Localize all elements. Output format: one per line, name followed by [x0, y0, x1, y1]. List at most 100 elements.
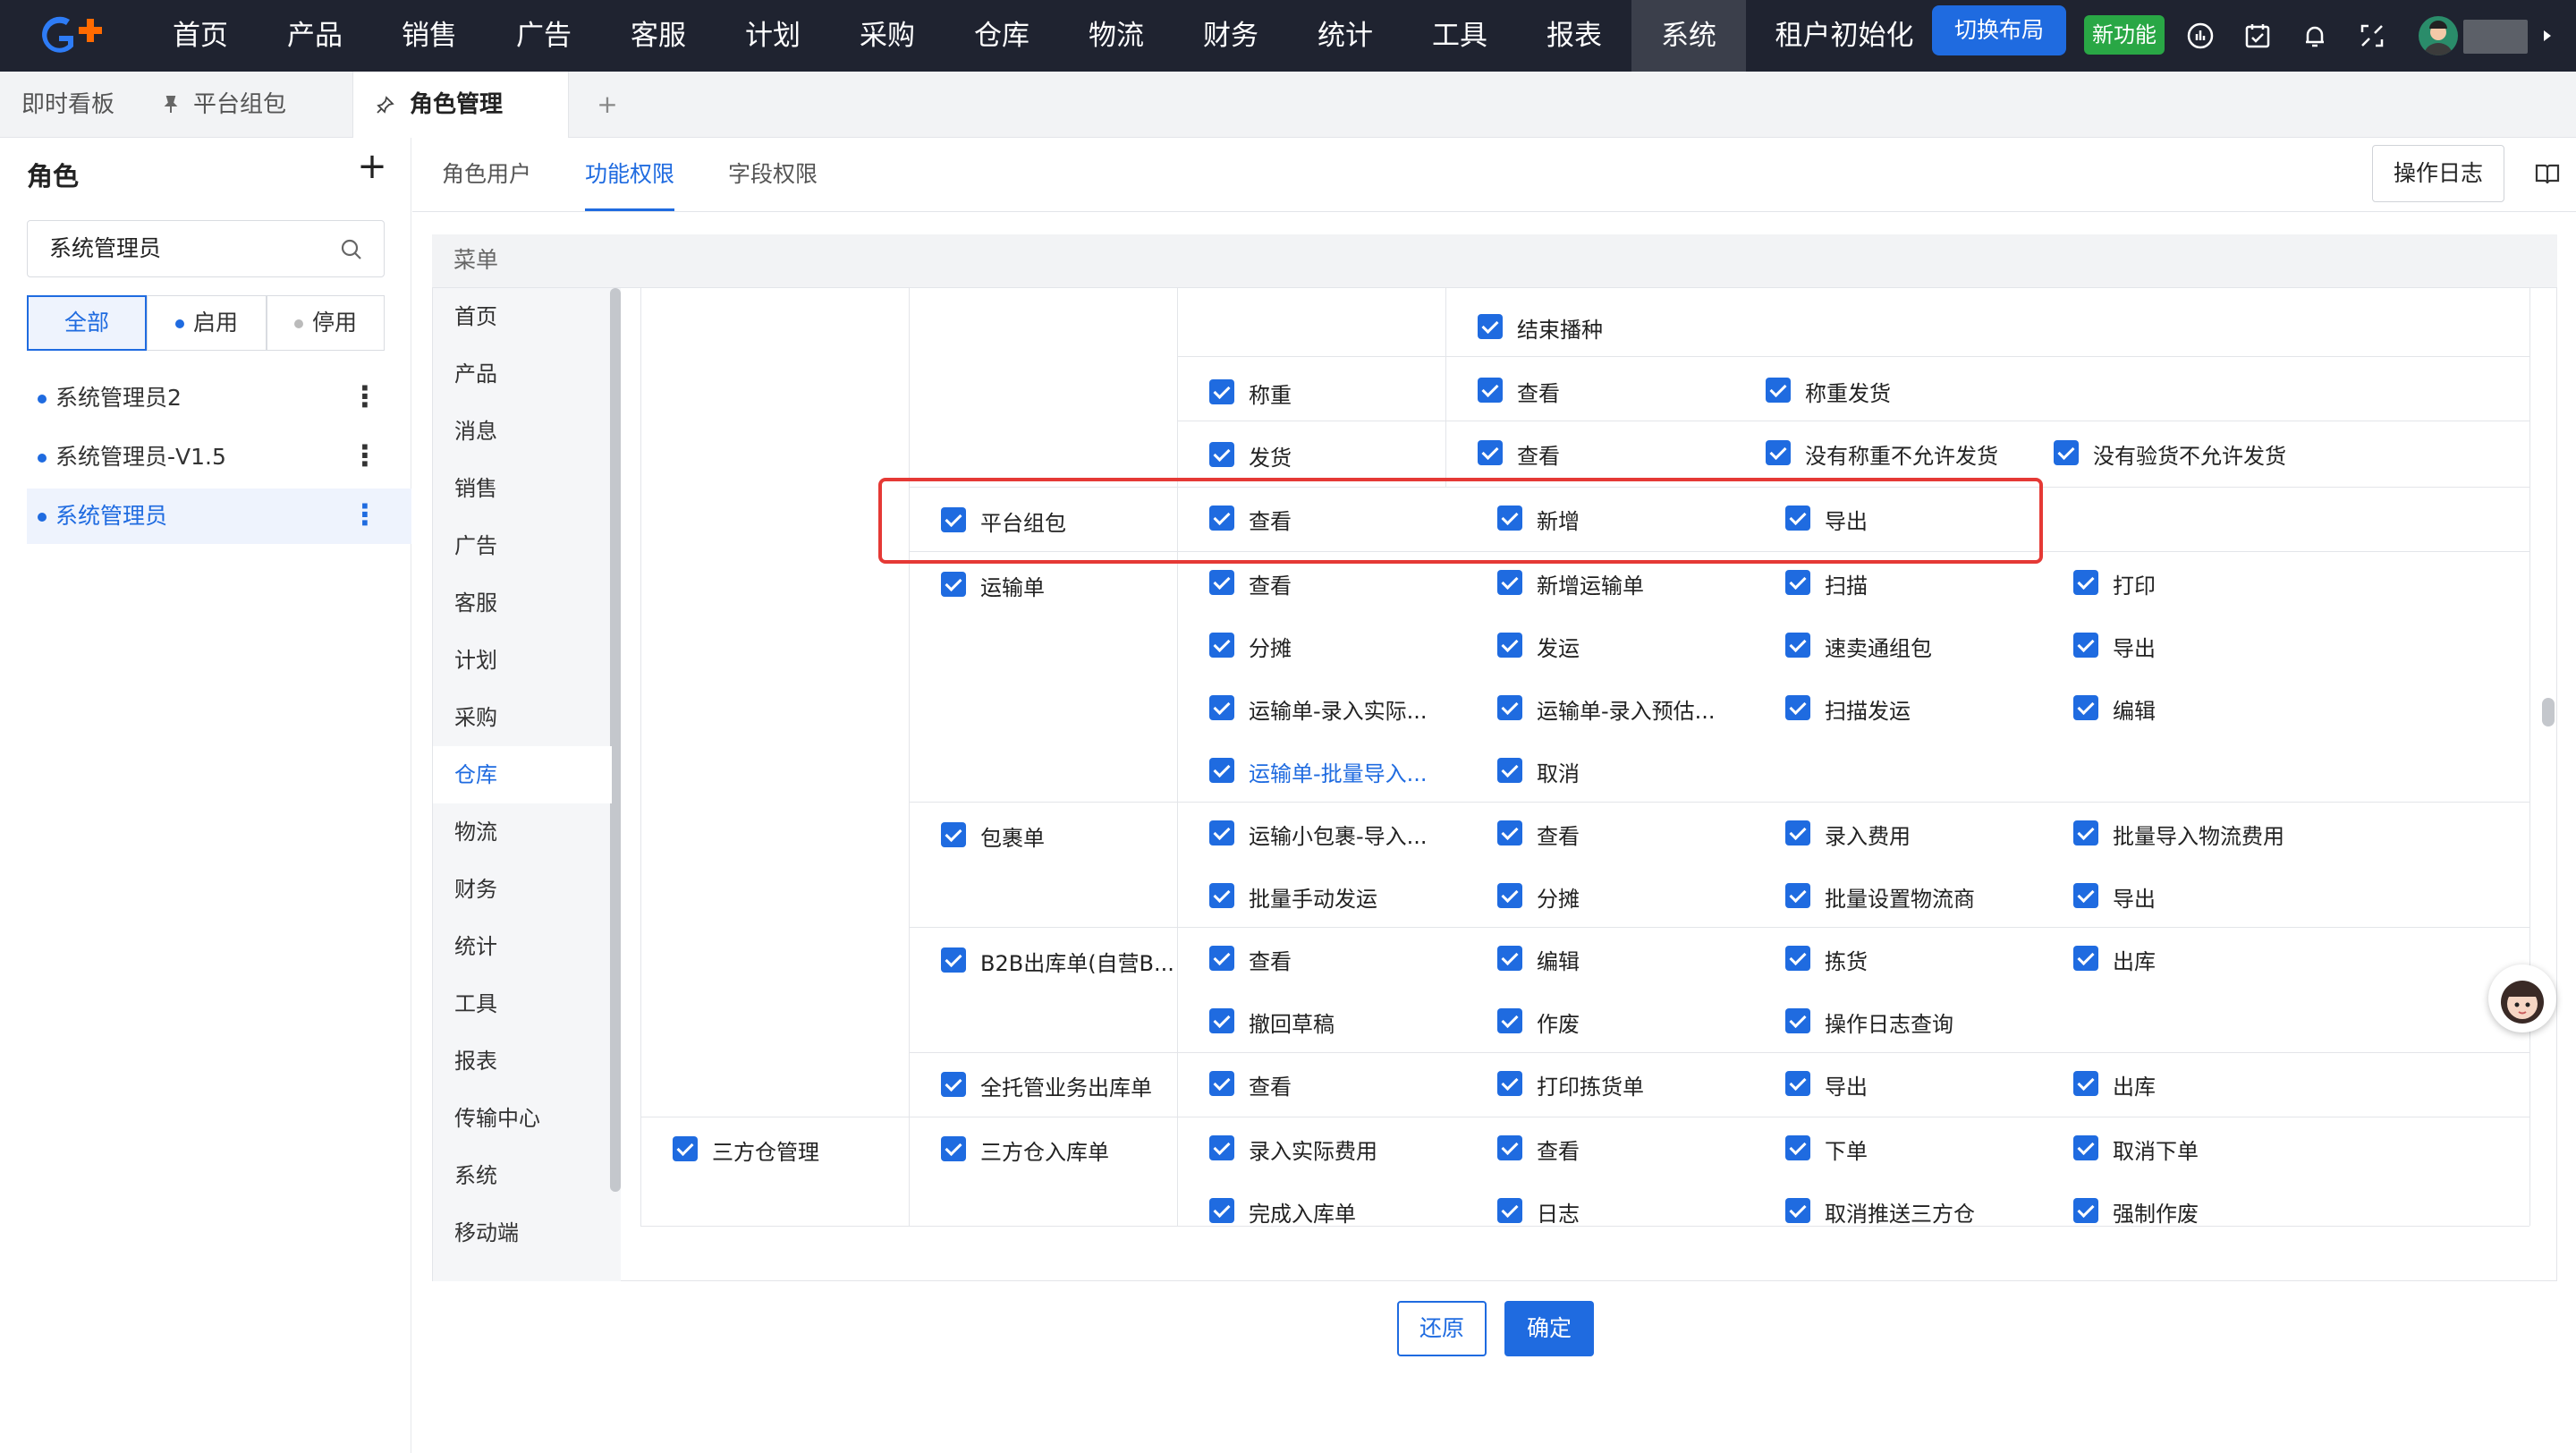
checkbox[interactable] [1785, 1008, 1810, 1033]
checkbox[interactable] [1209, 946, 1234, 971]
checkbox[interactable] [1497, 570, 1522, 595]
nav-purchase[interactable]: 采购 [844, 0, 930, 72]
nav-ads[interactable]: 广告 [501, 0, 587, 72]
checkbox[interactable] [1497, 1198, 1522, 1223]
checkbox[interactable] [1478, 314, 1503, 339]
checkbox[interactable] [1785, 1071, 1810, 1096]
menu-item-system[interactable]: 系统 [454, 1147, 497, 1204]
tab-function-permissions[interactable]: 功能权限 [585, 138, 675, 211]
nav-tools[interactable]: 工具 [1417, 0, 1503, 72]
checkbox[interactable] [1497, 1008, 1522, 1033]
nav-system[interactable]: 系统 [1631, 0, 1746, 72]
checkbox[interactable] [1497, 695, 1522, 720]
menu-item-sales[interactable]: 销售 [454, 460, 497, 517]
checkbox[interactable] [1785, 1135, 1810, 1160]
menu-item-home[interactable]: 首页 [454, 288, 497, 345]
checkbox[interactable] [1766, 378, 1791, 403]
checkbox[interactable] [2073, 883, 2098, 908]
nav-logistics[interactable]: 物流 [1073, 0, 1159, 72]
checkbox[interactable] [1209, 820, 1234, 845]
checkbox[interactable] [1766, 440, 1791, 465]
checkbox[interactable] [1785, 1198, 1810, 1223]
search-icon[interactable] [339, 237, 364, 262]
switch-layout-button[interactable]: 切换布局 [1932, 5, 2066, 55]
more-options-icon[interactable]: ⋮ [351, 370, 379, 426]
nav-tenant-init[interactable]: 租户初始化 [1767, 0, 1921, 72]
checkbox[interactable] [1209, 633, 1234, 658]
tab-dashboard[interactable]: 即时看板 [21, 72, 156, 138]
checkbox[interactable] [1209, 1135, 1234, 1160]
checkbox[interactable] [1209, 1008, 1234, 1033]
menu-item-mobile[interactable]: 移动端 [454, 1204, 519, 1262]
menu-item-service[interactable]: 客服 [454, 574, 497, 632]
menu-item-message[interactable]: 消息 [454, 403, 497, 460]
checkbox[interactable] [1785, 633, 1810, 658]
bell-icon[interactable] [2301, 21, 2329, 50]
checkbox[interactable] [1209, 695, 1234, 720]
checkbox[interactable] [1497, 1135, 1522, 1160]
checkbox[interactable] [1478, 440, 1503, 465]
pin-outline-icon[interactable] [376, 95, 395, 115]
menu-scrollbar-thumb[interactable] [610, 288, 621, 1192]
checkbox[interactable] [1785, 946, 1810, 971]
menu-item-transfer-center[interactable]: 传输中心 [454, 1090, 540, 1147]
checkbox[interactable] [2073, 633, 2098, 658]
fullscreen-icon[interactable] [2358, 21, 2386, 50]
checkbox[interactable] [1209, 758, 1234, 783]
book-icon[interactable] [2533, 159, 2562, 188]
checkbox[interactable] [2073, 1198, 2098, 1223]
checkbox[interactable] [2054, 440, 2079, 465]
menu-item-finance[interactable]: 财务 [454, 861, 497, 918]
tab-platform-packing[interactable]: 平台组包 [193, 72, 327, 138]
calendar-check-icon[interactable] [2243, 21, 2272, 50]
checkbox[interactable] [1497, 758, 1522, 783]
operation-log-button[interactable]: 操作日志 [2372, 145, 2504, 202]
checkbox[interactable] [1785, 820, 1810, 845]
filter-enabled[interactable]: 启用 [147, 295, 267, 351]
reset-button[interactable]: 还原 [1397, 1301, 1487, 1356]
checkbox[interactable] [1785, 695, 1810, 720]
checkbox[interactable] [1785, 570, 1810, 595]
permission-link[interactable]: 运输单-批量导入... [1249, 756, 1428, 787]
new-feature-badge[interactable]: 新功能 [2084, 15, 2165, 55]
stats-icon[interactable] [2186, 21, 2215, 50]
role-search-input[interactable]: 系统管理员 [27, 220, 385, 277]
checkbox[interactable] [2073, 1071, 2098, 1096]
nav-service[interactable]: 客服 [615, 0, 701, 72]
checkbox[interactable] [1209, 1198, 1234, 1223]
checkbox[interactable] [941, 947, 966, 973]
checkbox[interactable] [1209, 1071, 1234, 1096]
logo[interactable] [32, 13, 113, 59]
pin-icon[interactable] [161, 95, 181, 115]
checkbox[interactable] [2073, 820, 2098, 845]
filter-all[interactable]: 全部 [27, 295, 147, 351]
username-block[interactable] [2463, 20, 2528, 54]
nav-plan[interactable]: 计划 [730, 0, 816, 72]
checkbox[interactable] [941, 1136, 966, 1161]
menu-item-product[interactable]: 产品 [454, 345, 497, 403]
menu-item-plan[interactable]: 计划 [454, 632, 497, 689]
checkbox[interactable] [1209, 442, 1234, 467]
nav-home[interactable]: 首页 [157, 0, 243, 72]
checkbox[interactable] [1497, 946, 1522, 971]
checkbox[interactable] [1497, 820, 1522, 845]
filter-disabled[interactable]: 停用 [267, 295, 385, 351]
menu-item-tools[interactable]: 工具 [454, 975, 497, 1032]
checkbox[interactable] [2073, 695, 2098, 720]
checkbox[interactable] [673, 1136, 698, 1161]
tab-role-users[interactable]: 角色用户 [442, 138, 531, 211]
nav-stats[interactable]: 统计 [1302, 0, 1388, 72]
checkbox[interactable] [2073, 946, 2098, 971]
more-options-icon[interactable]: ⋮ [351, 429, 379, 485]
checkbox[interactable] [1209, 883, 1234, 908]
checkbox[interactable] [2073, 570, 2098, 595]
assistant-avatar[interactable] [2488, 964, 2556, 1032]
add-role-button[interactable]: + [354, 149, 390, 188]
checkbox[interactable] [1478, 378, 1503, 403]
tab-field-permissions[interactable]: 字段权限 [728, 138, 818, 211]
checkbox[interactable] [1785, 883, 1810, 908]
checkbox[interactable] [1497, 1071, 1522, 1096]
menu-item-stats[interactable]: 统计 [454, 918, 497, 975]
menu-item-reports[interactable]: 报表 [454, 1032, 497, 1090]
checkbox[interactable] [1497, 883, 1522, 908]
